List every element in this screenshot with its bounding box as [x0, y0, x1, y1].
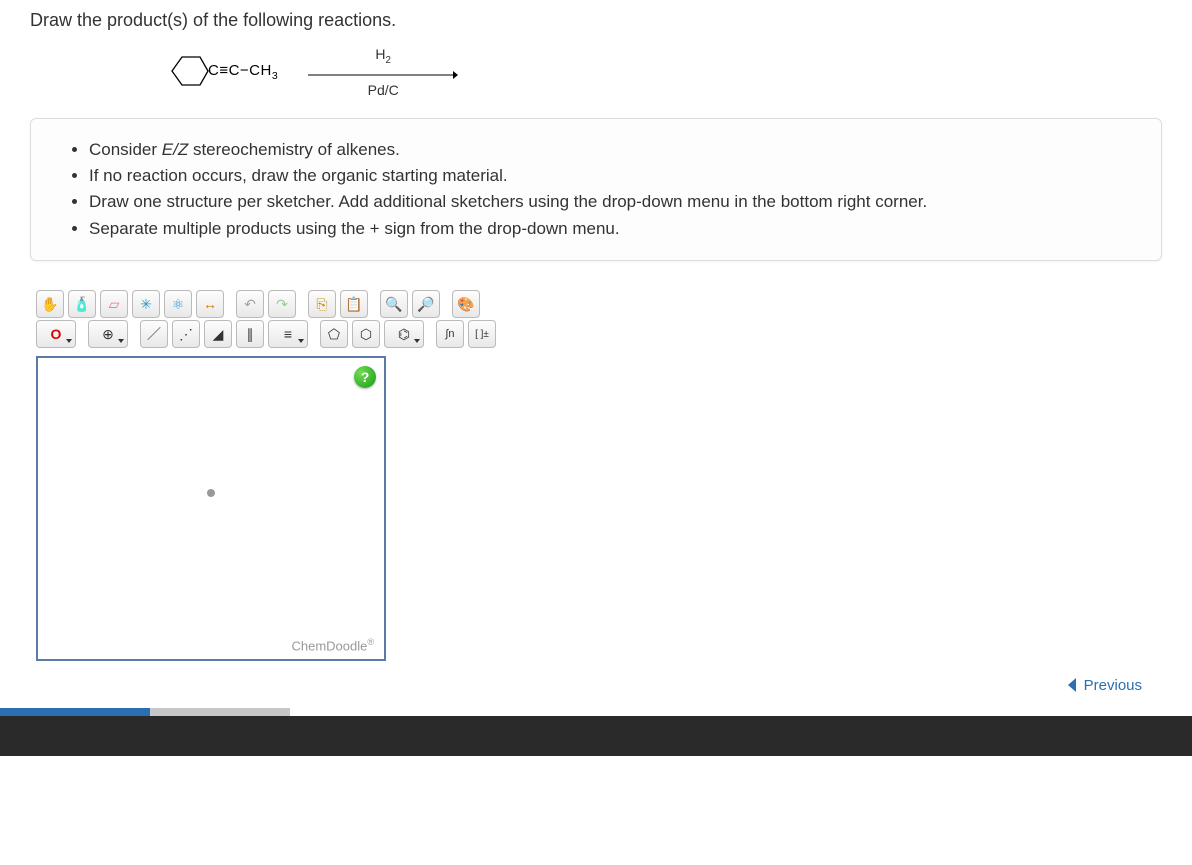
- triple-bond-button[interactable]: ≡: [268, 320, 308, 348]
- color-button[interactable]: 🎨: [452, 290, 480, 318]
- progress-bar: [0, 708, 1192, 716]
- paste-button[interactable]: 📋: [340, 290, 368, 318]
- instruction-item: Consider E/Z stereochemistry of alkenes.: [89, 137, 1131, 163]
- spray-tool-icon[interactable]: 🧴: [68, 290, 96, 318]
- reaction-arrow: H2 Pd/C: [308, 46, 458, 98]
- benzene-ring-icon: [160, 49, 210, 94]
- previous-button[interactable]: Previous: [1064, 676, 1142, 694]
- atom-picker[interactable]: O: [36, 320, 76, 348]
- chemdoodle-brand: ChemDoodle®: [291, 637, 374, 653]
- undo-button[interactable]: ↶: [236, 290, 264, 318]
- zoom-in-button[interactable]: 🔍: [380, 290, 408, 318]
- charge-picker[interactable]: ⊕: [88, 320, 128, 348]
- redo-button[interactable]: ↷: [268, 290, 296, 318]
- footer: [0, 716, 1192, 756]
- clean-tool-icon[interactable]: ⚛: [164, 290, 192, 318]
- ring5-button[interactable]: ⬠: [320, 320, 348, 348]
- center-tool-icon[interactable]: ✳: [132, 290, 160, 318]
- instructions-box: Consider E/Z stereochemistry of alkenes.…: [30, 118, 1162, 261]
- instructions-list: Consider E/Z stereochemistry of alkenes.…: [61, 137, 1131, 242]
- instruction-item: Separate multiple products using the + s…: [89, 216, 1131, 242]
- instruction-item: If no reaction occurs, draw the organic …: [89, 163, 1131, 189]
- ring6-button[interactable]: ⬡: [352, 320, 380, 348]
- sketcher-widget: ✋ 🧴 ▱ ✳ ⚛ ↔ ↶ ↷ ⎘ 📋 🔍 🔎 🎨 O ⊕: [30, 286, 608, 658]
- reactant-formula: C≡C−CH3: [208, 62, 278, 82]
- benzene-ring-button[interactable]: ⌬: [384, 320, 424, 348]
- toolbar-row-2: O ⊕ ／ ⋰ ◢ ∥ ≡ ⬠ ⬡ ⌬ ∫n [ ]±: [36, 320, 608, 348]
- reaction-scheme: C≡C−CH3 H2 Pd/C: [160, 46, 1162, 98]
- single-bond-button[interactable]: ／: [140, 320, 168, 348]
- double-bond-button[interactable]: ∥: [236, 320, 264, 348]
- flip-tool-icon[interactable]: ↔: [196, 290, 224, 318]
- help-icon[interactable]: ?: [354, 366, 376, 388]
- dash-bond-button[interactable]: ⋰: [172, 320, 200, 348]
- zoom-out-button[interactable]: 🔎: [412, 290, 440, 318]
- toolbar-row-1: ✋ 🧴 ▱ ✳ ⚛ ↔ ↶ ↷ ⎘ 📋 🔍 🔎 🎨: [36, 290, 608, 318]
- eraser-tool-icon[interactable]: ▱: [100, 290, 128, 318]
- chevron-left-icon: [1064, 676, 1082, 694]
- copy-button[interactable]: ⎘: [308, 290, 336, 318]
- instruction-item: Draw one structure per sketcher. Add add…: [89, 189, 1131, 215]
- canvas-center-dot: [207, 489, 215, 497]
- integral-button[interactable]: ∫n: [436, 320, 464, 348]
- hand-tool-icon[interactable]: ✋: [36, 290, 64, 318]
- bracket-button[interactable]: [ ]±: [468, 320, 496, 348]
- question-title: Draw the product(s) of the following rea…: [30, 10, 1162, 31]
- drawing-canvas[interactable]: ? ChemDoodle®: [36, 356, 386, 661]
- wedge-bond-button[interactable]: ◢: [204, 320, 232, 348]
